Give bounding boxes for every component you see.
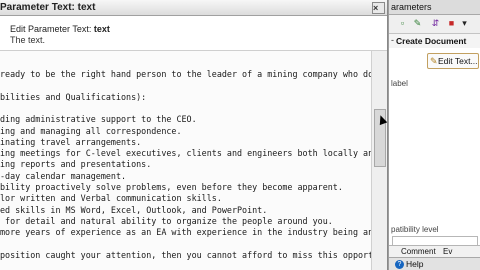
dropdown-icon[interactable]: ▾: [459, 18, 470, 29]
editor-line: -day calendar management.: [0, 170, 127, 181]
help-button[interactable]: ? Help: [395, 259, 429, 270]
dialog-title-param: text: [93, 24, 110, 34]
dialog-header: Edit Parameter Text: text The text.: [0, 16, 387, 51]
edit-text-button[interactable]: ✎ Edit Text...: [427, 53, 479, 69]
editor-vertical-scrollbar[interactable]: [371, 51, 387, 270]
editor-line: ing reports and presentations.: [0, 159, 152, 170]
compatibility-level-label: patibility level: [391, 225, 439, 234]
editor-line: ed skills in MS Word, Excel, Outlook, an…: [0, 204, 268, 215]
editor-line: for detail and natural ability to organi…: [0, 215, 333, 226]
dialog-title-prefix: Edit Parameter Text:: [10, 24, 94, 34]
editor-line: inating travel arrangements.: [0, 136, 142, 147]
tab-events[interactable]: Ev: [443, 246, 452, 257]
editor-line: ding administrative support to the CEO.: [0, 114, 197, 125]
close-button[interactable]: ×: [372, 2, 385, 14]
panel-tabs: Comment Ev: [389, 245, 480, 257]
window-titlebar: Parameter Text: text ×: [0, 0, 387, 16]
editor-line: ing and managing all correspondence.: [0, 125, 182, 136]
label-property: label: [391, 79, 408, 88]
help-label: Help: [406, 259, 424, 269]
create-document-label: Create Document: [396, 36, 467, 46]
editor-line: ready to be the right hand person to the…: [0, 69, 371, 79]
delete-icon[interactable]: ■: [446, 18, 457, 29]
window-title: Parameter Text: text: [0, 2, 96, 13]
tab-comment[interactable]: Comment: [401, 246, 436, 257]
editor-line: position caught your attention, then you…: [0, 249, 371, 260]
parameters-panel-body: ✎ Edit Text... label patibility level: [389, 48, 480, 246]
editor-line: lor written and Verbal communication ski…: [0, 193, 222, 204]
add-icon[interactable]: ▫: [397, 18, 408, 29]
parameters-panel: arameters ▫ ✎ ⇵ ■ ▾ - Create Document ✎ …: [388, 0, 480, 270]
text-editor[interactable]: ready to be the right hand person to the…: [0, 51, 371, 270]
move-icon[interactable]: ⇵: [430, 18, 441, 29]
editor-line: ing meetings for C-level executives, cli…: [0, 148, 371, 159]
editor-line: more years of experience as an EA with e…: [0, 227, 371, 238]
parameters-panel-title-text: arameters: [391, 2, 432, 12]
collapse-icon[interactable]: -: [391, 35, 394, 45]
parameters-panel-title: arameters: [389, 0, 480, 15]
dialog-subtitle: The text.: [10, 35, 46, 45]
create-document-section[interactable]: - Create Document: [389, 33, 480, 49]
edit-text-button-label: Edit Text...: [438, 56, 478, 66]
help-icon: ?: [395, 260, 404, 270]
edit-icon[interactable]: ✎: [412, 18, 423, 29]
parameters-toolbar: ▫ ✎ ⇵ ■ ▾: [389, 15, 480, 33]
editor-line: bility proactively solve problems, even …: [0, 182, 343, 192]
close-icon: ×: [373, 3, 379, 13]
help-bar: ? Help: [389, 257, 480, 270]
editor-line: bilities and Qualifications):: [0, 91, 147, 102]
edit-text-icon: ✎: [430, 56, 438, 66]
dialog-title: Edit Parameter Text: text: [10, 24, 110, 34]
